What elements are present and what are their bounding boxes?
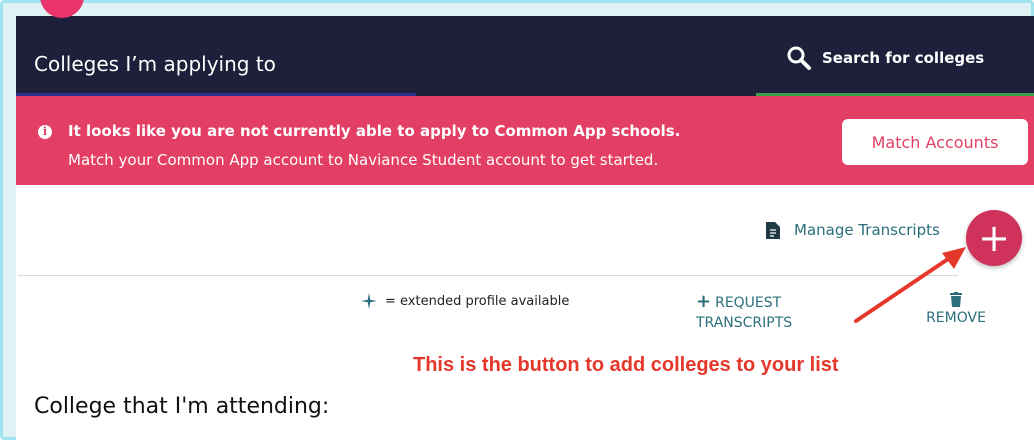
search-colleges-link[interactable]: Search for colleges (786, 44, 984, 72)
search-colleges-label: Search for colleges (822, 49, 985, 67)
manage-transcripts-link[interactable]: Manage Transcripts (766, 221, 940, 239)
manage-transcripts-label: Manage Transcripts (794, 221, 940, 239)
sparkle-icon (361, 293, 377, 309)
info-circle-icon: i (38, 125, 52, 139)
colleges-panel: Colleges I’m applying to Search for coll… (16, 16, 1034, 440)
common-app-alert: i It looks like you are not currently ab… (16, 96, 1034, 185)
plus-icon: + (978, 216, 1010, 260)
legend-text: = extended profile available (385, 293, 570, 309)
extended-profile-legend: = extended profile available (361, 293, 569, 309)
match-accounts-button[interactable]: Match Accounts (842, 119, 1028, 165)
annotation-caption: This is the button to add colleges to yo… (413, 354, 839, 376)
request-transcripts-button[interactable]: + REQUEST TRANSCRIPTS (696, 292, 806, 333)
annotation-arrow (854, 247, 966, 323)
alert-instructions: Match your Common App account to Navianc… (68, 151, 659, 169)
alert-message: It looks like you are not currently able… (68, 122, 681, 140)
plus-icon: + (696, 291, 712, 312)
section-divider (18, 275, 958, 276)
page-header: Colleges I’m applying to Search for coll… (16, 16, 1034, 96)
page-title: Colleges I’m applying to (34, 52, 276, 76)
search-icon (787, 46, 811, 70)
document-icon (766, 221, 780, 239)
attending-section-title: College that I'm attending: (34, 394, 330, 419)
